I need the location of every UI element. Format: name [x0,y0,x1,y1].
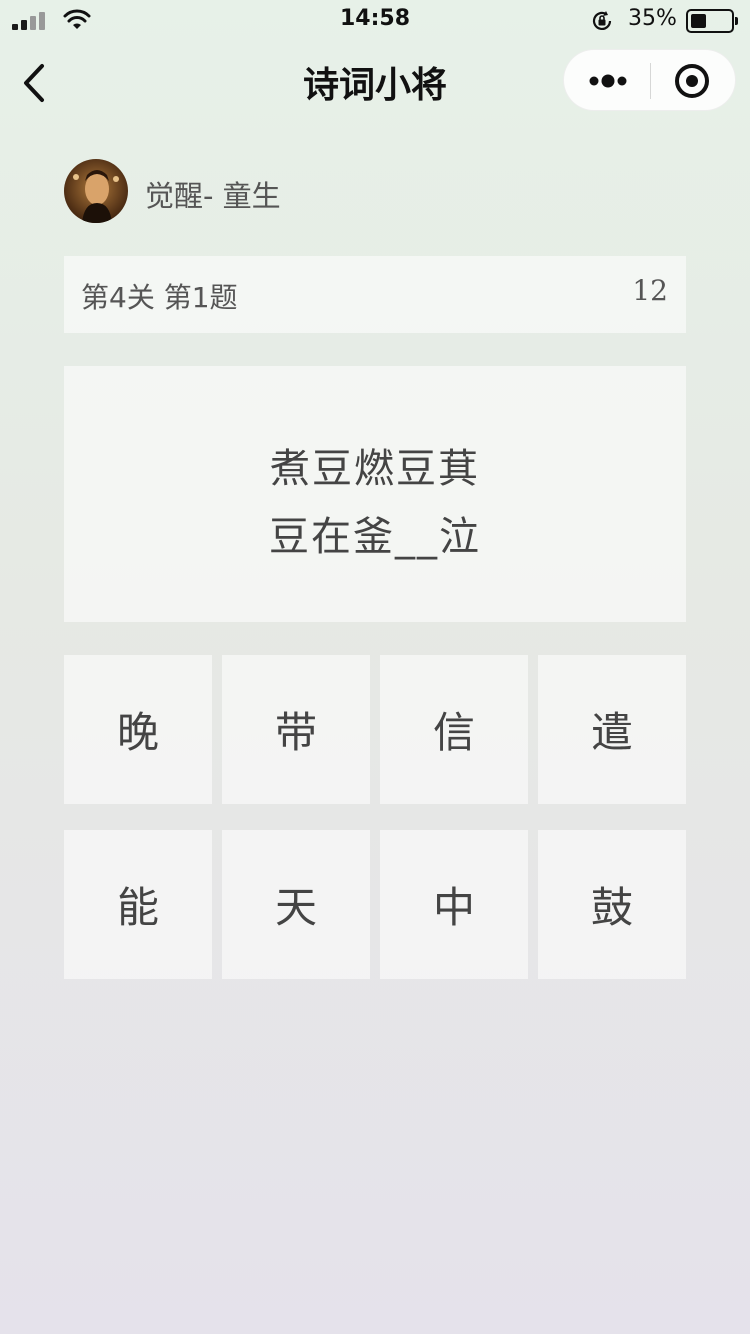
countdown-timer: 12 [632,274,668,307]
answer-option[interactable]: 中 [380,830,528,979]
answer-option[interactable]: 信 [380,655,528,804]
level-bar: 第4关 第1题 12 [64,256,686,333]
answer-option[interactable]: 天 [222,830,370,979]
poem-line: 煮豆燃豆萁 [270,446,480,492]
level-label: 第4关 第1题 [81,281,238,314]
answer-option[interactable]: 遣 [538,655,686,804]
poem-line: 豆在釜__泣 [269,514,481,560]
question-card [64,366,686,622]
battery-percentage: 35% [628,6,677,31]
answer-option[interactable]: 带 [222,655,370,804]
avatar [64,159,128,223]
user-name: 觉醒- 童生 [145,179,281,213]
capsule-divider [650,63,651,99]
mini-program-capsule [563,49,736,111]
battery-icon [686,9,738,33]
more-options-icon[interactable] [586,64,630,98]
answer-option[interactable]: 晚 [64,655,212,804]
answer-option[interactable]: 鼓 [538,830,686,979]
close-mini-program-icon[interactable] [674,63,710,99]
status-bar: 14:58 35% [0,0,750,40]
orientation-lock-icon [592,11,612,30]
answer-option[interactable]: 能 [64,830,212,979]
